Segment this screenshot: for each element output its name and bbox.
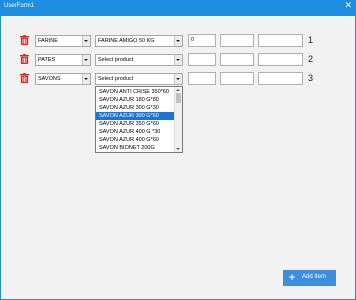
- product-combo-1[interactable]: FARINE AMIGO 50 KG: [95, 35, 183, 47]
- category-value: SAVONS: [38, 76, 61, 82]
- delete-row-2-icon[interactable]: [20, 54, 29, 64]
- total-field-1[interactable]: [258, 34, 303, 47]
- category-value: PATES: [38, 57, 56, 63]
- category-combo-3[interactable]: SAVONS: [35, 73, 91, 85]
- close-icon[interactable]: ✕: [344, 2, 352, 11]
- add-item-button[interactable]: + Add Item: [283, 270, 336, 286]
- delete-row-3-icon[interactable]: [20, 73, 29, 83]
- category-combo-2[interactable]: PATES: [35, 54, 91, 66]
- total-field-2[interactable]: [258, 53, 303, 66]
- product-value: FARINE AMIGO 50 KG: [98, 38, 155, 44]
- product-combo-3[interactable]: Select product: [95, 73, 183, 85]
- price-field-1[interactable]: [220, 34, 254, 47]
- dropdown-option[interactable]: SAVON AZUR 350 G*60: [96, 120, 175, 128]
- row-number-3: 3: [308, 73, 314, 83]
- title-bar: UserForm1 ✕: [0, 0, 356, 16]
- dropdown-option[interactable]: SAVON ANTI CRISE 350*60: [96, 88, 175, 96]
- product-combo-2[interactable]: Select product: [95, 54, 183, 66]
- dropdown-option[interactable]: SAVON AZUR 400 G*60: [96, 136, 175, 144]
- category-value: FARINE: [38, 38, 58, 44]
- chevron-down-icon[interactable]: [82, 74, 90, 84]
- price-field-2[interactable]: [220, 53, 254, 66]
- dropdown-option-selected[interactable]: SAVON AZUR 300 G*60: [96, 112, 175, 120]
- chevron-down-icon[interactable]: [82, 55, 90, 65]
- scrollbar-thumb[interactable]: [176, 93, 181, 103]
- dropdown-option[interactable]: SAVON AZUR 300 G*30: [96, 104, 175, 112]
- dropdown-option[interactable]: SAVON AZUR 180 G*80: [96, 96, 175, 104]
- chevron-down-icon[interactable]: [174, 55, 182, 65]
- quantity-field-2[interactable]: [188, 53, 216, 66]
- chevron-down-icon[interactable]: [82, 36, 90, 46]
- quantity-field-3[interactable]: [188, 72, 216, 85]
- product-dropdown-list[interactable]: SAVON ANTI CRISE 350*60 SAVON AZUR 180 G…: [95, 86, 183, 153]
- row-number-1: 1: [308, 35, 314, 45]
- add-item-label: Add Item: [302, 274, 327, 280]
- dropdown-option[interactable]: SAVON BIONET 200G: [96, 144, 175, 152]
- chevron-down-icon[interactable]: [174, 74, 182, 84]
- row-number-2: 2: [308, 54, 314, 64]
- scroll-up-icon[interactable]: [176, 89, 180, 91]
- quantity-field-1[interactable]: 0: [188, 34, 216, 47]
- product-value: Select product: [98, 57, 134, 63]
- chevron-down-icon[interactable]: [174, 36, 182, 46]
- price-field-3[interactable]: [220, 72, 254, 85]
- total-field-3[interactable]: [258, 72, 303, 85]
- dropdown-option[interactable]: SAVON AZUR 400 G *30: [96, 128, 175, 136]
- plus-icon: +: [288, 273, 296, 283]
- dropdown-scrollbar[interactable]: [174, 87, 182, 152]
- quantity-value: 0: [191, 37, 195, 43]
- scroll-down-icon[interactable]: [176, 148, 180, 150]
- category-combo-1[interactable]: FARINE: [35, 35, 91, 47]
- window-title: UserForm1: [4, 3, 35, 9]
- delete-row-1-icon[interactable]: [20, 35, 29, 45]
- product-value: Select product: [98, 76, 134, 82]
